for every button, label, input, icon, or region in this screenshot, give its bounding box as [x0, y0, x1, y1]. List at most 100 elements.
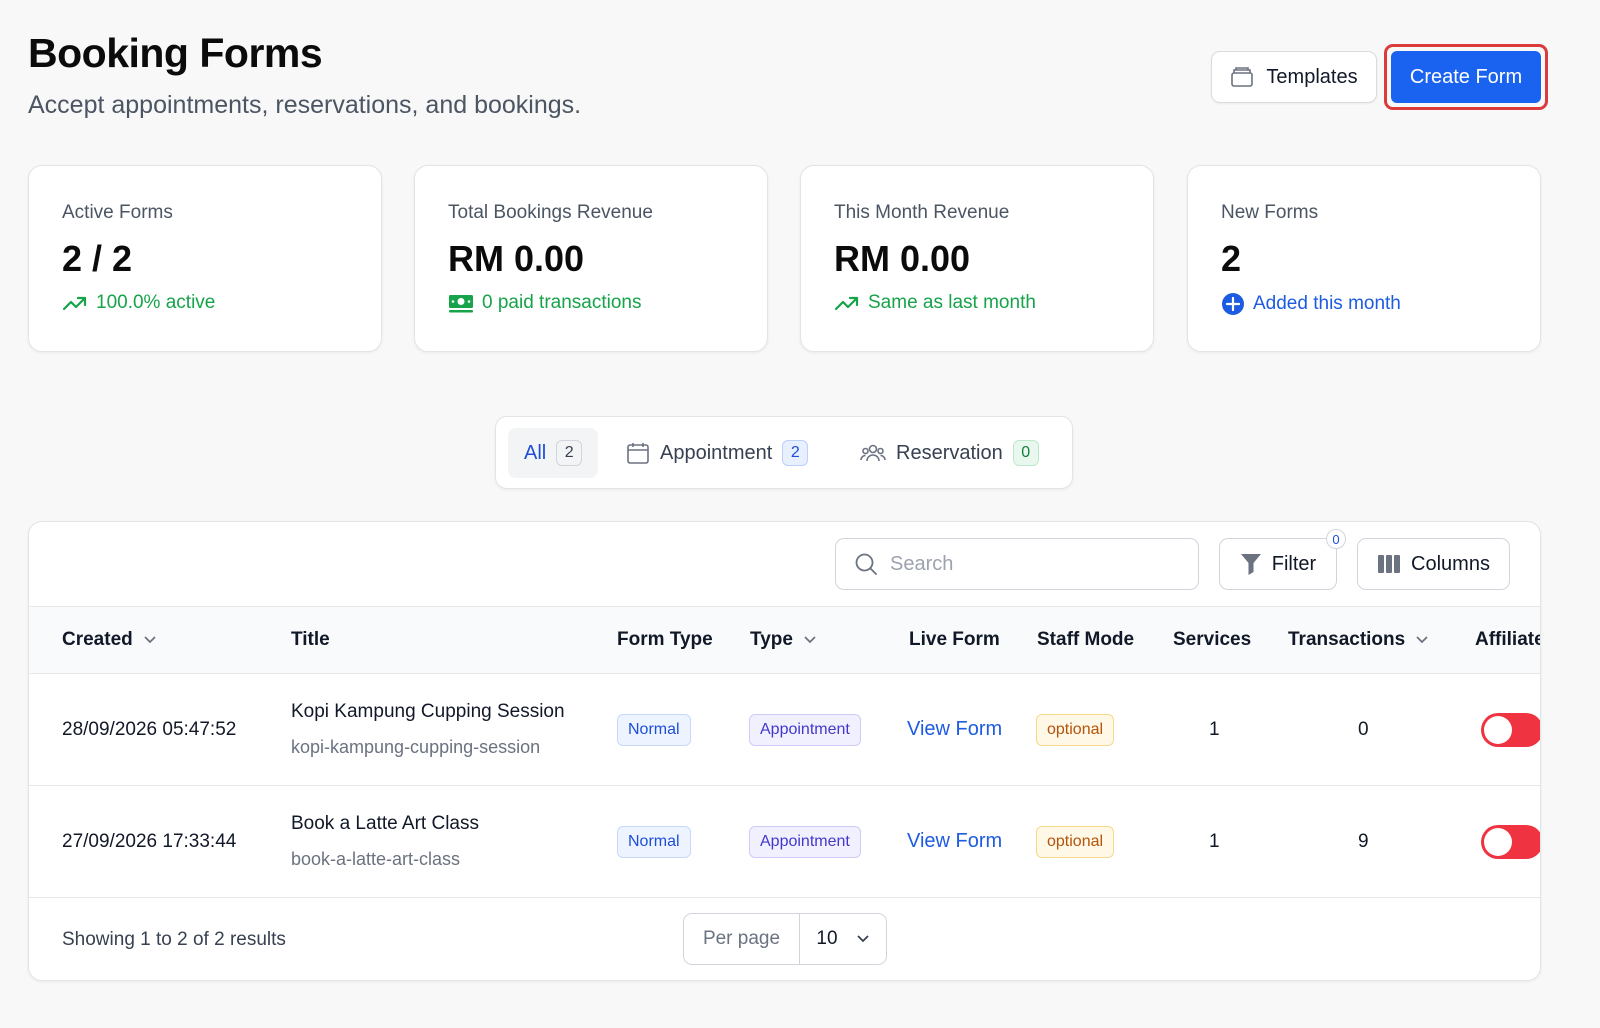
column-header-title: Title	[291, 629, 330, 650]
cell-title: Kopi Kampung Cupping Session kopi-kampun…	[291, 674, 565, 785]
stat-card-new-forms: New Forms 2 Added this month	[1187, 165, 1541, 352]
chevron-down-icon	[144, 636, 156, 644]
form-slug: book-a-latte-art-class	[291, 849, 461, 869]
page-subtitle: Accept appointments, reservations, and b…	[28, 91, 582, 119]
cell-form-type: Normal	[617, 786, 691, 897]
cell-transactions: 9	[1358, 830, 1369, 852]
stat-note: Same as last month	[834, 292, 1153, 314]
column-header-form-type: Form Type	[617, 629, 713, 650]
tab-count: 2	[556, 440, 583, 466]
form-title: Book a Latte Art Class	[291, 813, 479, 834]
tab-all[interactable]: All 2	[508, 428, 599, 478]
stat-card-month-revenue: This Month Revenue RM 0.00 Same as last …	[800, 165, 1154, 352]
cell-affiliate	[1481, 674, 1540, 785]
trending-up-icon	[62, 296, 87, 311]
chevron-down-icon	[1416, 636, 1428, 644]
tab-label: Reservation	[896, 441, 1003, 464]
stat-value: RM 0.00	[448, 238, 585, 279]
tab-count: 2	[782, 440, 809, 466]
search-field[interactable]	[835, 538, 1199, 590]
stat-note: 100.0% active	[62, 292, 381, 314]
page-header: Booking Forms Accept appointments, reser…	[28, 30, 581, 120]
staff-mode-badge: optional	[1036, 825, 1115, 858]
column-header-affiliate: Affiliate	[1475, 629, 1541, 650]
templates-button-label: Templates	[1266, 65, 1358, 88]
stat-value: 2 / 2	[62, 238, 133, 279]
stat-label: New Forms	[1221, 202, 1319, 223]
cell-form-type: Normal	[617, 674, 691, 785]
plus-circle-icon	[1222, 293, 1244, 315]
stat-label: Total Bookings Revenue	[448, 202, 653, 223]
columns-button[interactable]: Columns	[1357, 538, 1510, 590]
type-badge: Appointment	[749, 825, 861, 858]
cell-type: Appointment	[749, 674, 861, 785]
affiliate-toggle[interactable]	[1481, 824, 1540, 859]
tab-count: 0	[1012, 440, 1039, 466]
tab-reservation[interactable]: Reservation 0	[860, 428, 1039, 478]
cell-affiliate	[1481, 786, 1540, 897]
tab-appointment[interactable]: Appointment 2	[626, 428, 809, 478]
view-form-link[interactable]: View Form	[907, 830, 1002, 853]
tab-label: Appointment	[660, 441, 773, 464]
stat-note: Added this month	[1221, 292, 1540, 316]
column-header-live-form: Live Form	[909, 629, 1000, 650]
cell-created: 28/09/2026 05:47:52	[62, 718, 237, 740]
table-row[interactable]: 27/09/2026 17:33:44 Book a Latte Art Cla…	[29, 786, 1540, 898]
create-form-button[interactable]: Create Form	[1391, 51, 1541, 103]
type-badge: Appointment	[749, 713, 861, 746]
view-form-link[interactable]: View Form	[907, 718, 1002, 741]
stat-value: RM 0.00	[834, 238, 971, 279]
calendar-icon	[627, 443, 649, 464]
stat-note-text: 100.0% active	[96, 292, 216, 313]
cell-live-form: View Form	[907, 674, 1002, 785]
affiliate-toggle[interactable]	[1481, 712, 1540, 747]
tab-label: All	[524, 441, 547, 464]
form-type-badge: Normal	[617, 713, 691, 746]
cell-title: Book a Latte Art Class book-a-latte-art-…	[291, 786, 479, 897]
templates-button[interactable]: Templates	[1211, 51, 1377, 103]
column-header-services: Services	[1173, 629, 1252, 650]
stat-card-total-revenue: Total Bookings Revenue RM 0.00 0 paid tr…	[414, 165, 768, 352]
cash-icon	[449, 295, 473, 313]
stat-note-text: Same as last month	[868, 292, 1036, 313]
staff-mode-badge: optional	[1036, 713, 1115, 746]
filter-count-badge: 0	[1326, 529, 1346, 549]
cell-created: 27/09/2026 17:33:44	[62, 830, 237, 852]
users-icon	[860, 444, 886, 462]
column-header-staff-mode: Staff Mode	[1037, 629, 1135, 650]
column-header-type[interactable]: Type	[750, 607, 817, 673]
forms-table-card: Filter 0 Columns Created Title Form Type…	[28, 521, 1541, 981]
form-title: Kopi Kampung Cupping Session	[291, 701, 565, 722]
cell-staff-mode: optional	[1036, 674, 1115, 785]
cell-staff-mode: optional	[1036, 786, 1115, 897]
cell-type: Appointment	[749, 786, 861, 897]
cell-live-form: View Form	[907, 786, 1002, 897]
stat-label: This Month Revenue	[834, 202, 1010, 223]
per-page-select[interactable]: Per page 10	[683, 913, 887, 965]
table-header: Created Title Form Type Type Live Form S…	[29, 606, 1540, 674]
cell-transactions: 0	[1358, 718, 1369, 740]
create-form-highlight: Create Form	[1384, 44, 1548, 110]
columns-button-label: Columns	[1411, 552, 1490, 575]
filter-button-label: Filter	[1271, 552, 1317, 575]
stat-value: 2	[1221, 238, 1242, 279]
form-type-badge: Normal	[617, 825, 691, 858]
table-row[interactable]: 28/09/2026 05:47:52 Kopi Kampung Cupping…	[29, 674, 1540, 786]
filter-button[interactable]: Filter 0	[1219, 529, 1346, 590]
stat-note: 0 paid transactions	[448, 292, 767, 314]
trending-up-icon	[834, 296, 859, 311]
form-slug: kopi-kampung-cupping-session	[291, 737, 541, 757]
stat-label: Active Forms	[62, 202, 173, 223]
cell-services: 1	[1209, 718, 1220, 740]
per-page-label: Per page	[684, 914, 800, 964]
stat-note-text: 0 paid transactions	[482, 292, 642, 313]
stat-note-text: Added this month	[1253, 293, 1401, 314]
form-type-tabs: All 2 Appointment 2 Reservation 0	[495, 416, 1073, 489]
stat-card-active-forms: Active Forms 2 / 2 100.0% active	[28, 165, 382, 352]
column-header-created[interactable]: Created	[62, 607, 157, 673]
filter-icon	[1240, 554, 1261, 575]
search-input[interactable]	[890, 552, 1170, 576]
per-page-dropdown[interactable]: 10	[800, 928, 886, 950]
search-icon	[855, 553, 877, 575]
column-header-transactions[interactable]: Transactions	[1288, 607, 1429, 673]
